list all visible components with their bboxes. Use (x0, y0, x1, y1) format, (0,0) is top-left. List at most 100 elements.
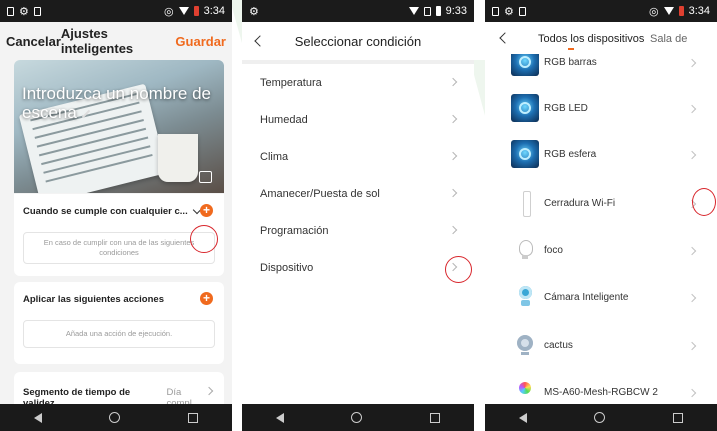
condition-item-humedad[interactable]: Humedad (242, 101, 474, 138)
back-arrow-icon[interactable] (499, 32, 511, 44)
device-name: RGB barras (544, 57, 597, 68)
actions-card: Aplicar las siguientes acciones + Añada … (14, 282, 224, 364)
recents-nav-icon[interactable] (188, 412, 199, 423)
rgb-icon (511, 94, 539, 122)
notification-icon (518, 6, 526, 16)
condition-item-programacion[interactable]: Programación (242, 212, 474, 249)
status-time: 3:34 (203, 5, 225, 17)
back-arrow-icon[interactable] (254, 35, 266, 47)
add-action-button[interactable]: + (200, 292, 213, 305)
change-image-icon[interactable] (199, 171, 212, 183)
device-name: RGB esfera (544, 149, 597, 160)
condition-selector[interactable]: Cuando se cumple con cualquier c... (23, 205, 215, 217)
device-name: cactus (544, 340, 573, 351)
condition-item-clima[interactable]: Clima (242, 138, 474, 175)
device-row-rgb-esfera[interactable]: RGB esfera (485, 132, 717, 177)
status-bar: ⚙ ◎ 3:34 (485, 0, 717, 22)
recents-nav-icon[interactable] (673, 412, 684, 423)
device-name: foco (544, 245, 563, 256)
lock-icon (511, 189, 539, 217)
device-name: MS-A60-Mesh-RGBCW 2 (544, 387, 658, 398)
phone-select-condition: ⚙ 9:33 Seleccionar condición Temperatura… (242, 0, 474, 431)
device-name: RGB LED (544, 103, 588, 114)
actions-label: Aplicar las siguientes acciones (23, 294, 164, 305)
header: Seleccionar condición (242, 22, 474, 60)
lamp-icon (511, 331, 539, 359)
item-label: Programación (260, 224, 329, 237)
actions-header: Aplicar las siguientes acciones (23, 294, 215, 305)
save-button[interactable]: Guardar (175, 34, 226, 49)
item-label: Humedad (260, 113, 308, 126)
home-nav-icon[interactable] (109, 412, 121, 423)
back-nav-icon[interactable] (518, 412, 527, 423)
header: Cancelar Ajustes inteligentes Guardar (0, 22, 232, 60)
wifi-icon (663, 7, 674, 15)
wifi-icon (408, 7, 419, 15)
device-name: Cámara Inteligente (544, 292, 629, 303)
status-bar: ⚙ ◎ 3:34 (0, 0, 232, 22)
mug-illustration (158, 134, 198, 182)
device-tabs: Todos los dispositivos Sala de (485, 22, 717, 54)
chevron-right-icon (448, 188, 458, 198)
item-label: Temperatura (260, 76, 322, 89)
action-hint[interactable]: Añada una acción de ejecución. (23, 320, 215, 348)
item-label: Amanecer/Puesta de sol (260, 187, 380, 200)
page-title: Seleccionar condición (294, 33, 422, 49)
tab-room[interactable]: Sala de (650, 33, 687, 45)
scene-cover-image[interactable]: Introduzca un nombre de escena (14, 60, 224, 193)
recents-nav-icon[interactable] (430, 412, 441, 423)
cancel-button[interactable]: Cancelar (6, 34, 61, 49)
target-icon: ◎ (648, 5, 659, 18)
settings-status-icon: ⚙ (504, 5, 514, 18)
phone-smart-settings: ⚙ ◎ 3:34 Cancelar Ajustes inteligentes Gu… (0, 0, 232, 431)
back-nav-icon[interactable] (33, 412, 42, 423)
home-nav-icon[interactable] (594, 412, 606, 423)
device-row-cactus[interactable]: cactus (485, 323, 717, 368)
item-label: Clima (260, 150, 289, 163)
add-condition-button[interactable]: + (200, 204, 213, 217)
chevron-right-icon (687, 58, 697, 68)
back-nav-icon[interactable] (275, 412, 284, 423)
device-row-cerradura[interactable]: Cerradura Wi-Fi (485, 181, 717, 226)
chevron-right-icon (687, 246, 697, 256)
chevron-right-icon (687, 104, 697, 114)
bulb-icon (511, 236, 539, 264)
tab-all-devices[interactable]: Todos los dispositivos (538, 33, 644, 45)
highlight-circle (190, 225, 218, 253)
phone-all-devices: RGB barras ⚙ ◎ 3:34 Todos los dispositivo… (485, 0, 717, 431)
status-time: 9:33 (445, 5, 467, 17)
item-label: Dispositivo (260, 261, 314, 274)
settings-status-icon: ⚙ (249, 5, 259, 18)
device-row-rgb-led[interactable]: RGB LED (485, 86, 717, 131)
wifi-icon (178, 7, 189, 15)
scene-name-input[interactable]: Introduzca un nombre de escena (22, 84, 216, 122)
device-row-camara[interactable]: Cámara Inteligente (485, 275, 717, 320)
condition-item-amanecer[interactable]: Amanecer/Puesta de sol (242, 175, 474, 212)
bulb-color-icon (511, 378, 539, 406)
condition-item-temperatura[interactable]: Temperatura (242, 64, 474, 101)
scene-name-text: Introduzca un nombre de escena (22, 84, 212, 122)
android-nav-bar (0, 404, 232, 431)
condition-hint[interactable]: En caso de cumplir con una de las siguie… (23, 232, 215, 264)
android-nav-bar (485, 404, 717, 431)
device-row-foco[interactable]: foco (485, 228, 717, 273)
condition-item-dispositivo[interactable]: Dispositivo (242, 249, 474, 286)
battery-icon (678, 6, 684, 16)
battery-icon (435, 6, 441, 16)
highlight-circle (445, 256, 472, 283)
battery-icon (193, 6, 199, 16)
edit-icon (81, 109, 91, 118)
sim-icon (492, 6, 499, 16)
chevron-right-icon (687, 293, 697, 303)
target-icon: ◎ (163, 5, 174, 18)
settings-status-icon: ⚙ (19, 5, 29, 18)
condition-label: Cuando se cumple con cualquier c... (23, 206, 188, 217)
camera-icon (511, 283, 539, 311)
home-nav-icon[interactable] (351, 412, 363, 423)
chevron-right-icon (448, 225, 458, 235)
rgb-icon (511, 140, 539, 168)
chevron-right-icon (448, 114, 458, 124)
chevron-right-icon (448, 77, 458, 87)
status-time: 3:34 (688, 5, 710, 17)
highlight-circle (692, 188, 716, 216)
